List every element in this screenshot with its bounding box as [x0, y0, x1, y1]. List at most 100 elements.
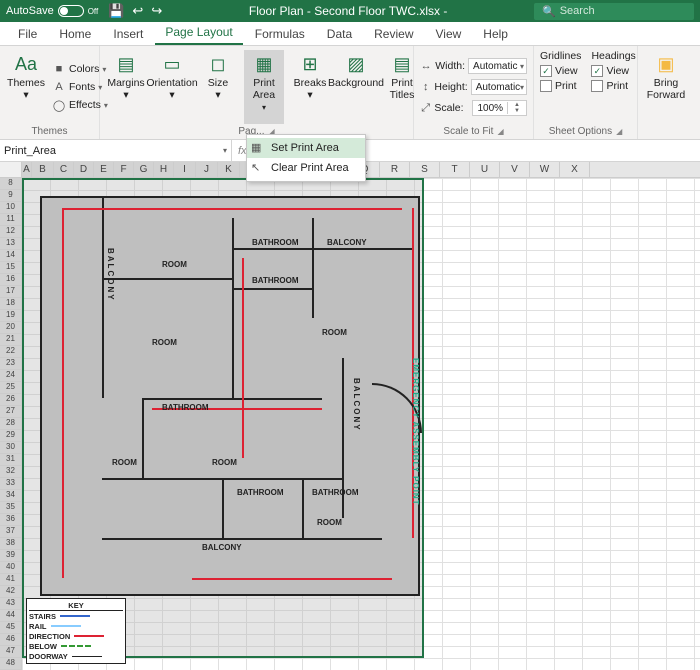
gridlines-print-check[interactable]: Print: [540, 80, 581, 92]
redo-icon[interactable]: ↪: [151, 3, 162, 19]
col-header-F[interactable]: F: [114, 162, 134, 177]
col-header-J[interactable]: J: [196, 162, 218, 177]
row-header-46[interactable]: 46: [0, 634, 21, 646]
orientation-button[interactable]: ▭Orientation▾: [152, 50, 192, 124]
row-header-44[interactable]: 44: [0, 610, 21, 622]
tab-home[interactable]: Home: [49, 23, 101, 45]
row-header-45[interactable]: 45: [0, 622, 21, 634]
row-header-19[interactable]: 19: [0, 310, 21, 322]
breaks-button[interactable]: ⊞Breaks▾: [290, 50, 330, 124]
row-header-11[interactable]: 11: [0, 214, 21, 226]
bring-forward-button[interactable]: ▣Bring Forward: [644, 50, 688, 135]
margins-button[interactable]: ▤Margins▾: [106, 50, 146, 124]
col-header-E[interactable]: E: [94, 162, 114, 177]
col-header-S[interactable]: S: [410, 162, 440, 177]
row-header-37[interactable]: 37: [0, 526, 21, 538]
clear-print-area-item[interactable]: ↖Clear Print Area: [247, 158, 365, 178]
headings-print-check[interactable]: Print: [591, 80, 635, 92]
row-header-22[interactable]: 22: [0, 346, 21, 358]
row-header-41[interactable]: 41: [0, 574, 21, 586]
row-header-10[interactable]: 10: [0, 202, 21, 214]
set-print-area-item[interactable]: ▦Set Print Area: [247, 138, 365, 158]
height-icon: ↕: [420, 80, 431, 94]
col-header-T[interactable]: T: [440, 162, 470, 177]
row-header-8[interactable]: 8: [0, 178, 21, 190]
row-header-28[interactable]: 28: [0, 418, 21, 430]
tab-formulas[interactable]: Formulas: [245, 23, 315, 45]
row-header-13[interactable]: 13: [0, 238, 21, 250]
gridlines-view-check[interactable]: ✓View: [540, 65, 581, 77]
row-header-33[interactable]: 33: [0, 478, 21, 490]
name-box[interactable]: Print_Area▾: [0, 140, 232, 161]
row-header-34[interactable]: 34: [0, 490, 21, 502]
size-button[interactable]: ◻Size▾: [198, 50, 238, 124]
row-header-43[interactable]: 43: [0, 598, 21, 610]
background-button[interactable]: ▨Background: [336, 50, 376, 124]
worksheet[interactable]: ABCDEFGHIJKLMNOPQRSTUVWX 891011121314151…: [0, 162, 700, 670]
col-header-R[interactable]: R: [380, 162, 410, 177]
tab-review[interactable]: Review: [364, 23, 423, 45]
autosave-toggle[interactable]: AutoSave Off: [6, 5, 98, 17]
tab-data[interactable]: Data: [317, 23, 362, 45]
headings-view-check[interactable]: ✓View: [591, 65, 635, 77]
size-icon: ◻: [206, 52, 230, 76]
row-header-40[interactable]: 40: [0, 562, 21, 574]
scale-spinner[interactable]: 100%▲▼: [472, 100, 527, 116]
row-header-24[interactable]: 24: [0, 370, 21, 382]
col-header-K[interactable]: K: [218, 162, 240, 177]
select-all-button[interactable]: [0, 162, 22, 177]
col-header-I[interactable]: I: [174, 162, 196, 177]
row-header-48[interactable]: 48: [0, 658, 21, 670]
themes-button[interactable]: Aa Themes▾: [6, 50, 46, 124]
row-header-31[interactable]: 31: [0, 454, 21, 466]
row-header-36[interactable]: 36: [0, 514, 21, 526]
col-header-U[interactable]: U: [470, 162, 500, 177]
row-header-17[interactable]: 17: [0, 286, 21, 298]
col-header-B[interactable]: B: [32, 162, 54, 177]
row-header-16[interactable]: 16: [0, 274, 21, 286]
search-input[interactable]: [560, 5, 686, 17]
save-icon[interactable]: 💾: [108, 3, 124, 19]
col-header-V[interactable]: V: [500, 162, 530, 177]
grid-canvas[interactable]: ROOM ROOM ROOM ROOM ROOM ROOM BATHROOM B…: [22, 178, 700, 670]
col-header-X[interactable]: X: [560, 162, 590, 177]
undo-icon[interactable]: ↩: [132, 3, 143, 19]
row-header-27[interactable]: 27: [0, 406, 21, 418]
tab-help[interactable]: Help: [473, 23, 518, 45]
row-header-35[interactable]: 35: [0, 502, 21, 514]
col-header-A[interactable]: A: [22, 162, 32, 177]
col-header-H[interactable]: H: [154, 162, 174, 177]
row-header-32[interactable]: 32: [0, 466, 21, 478]
search-icon: 🔍: [542, 5, 556, 18]
print-area-button[interactable]: ▦Print Area▾: [244, 50, 284, 124]
height-combo[interactable]: Automatic: [471, 79, 527, 95]
row-header-29[interactable]: 29: [0, 430, 21, 442]
row-header-47[interactable]: 47: [0, 646, 21, 658]
row-header-20[interactable]: 20: [0, 322, 21, 334]
tab-view[interactable]: View: [426, 23, 472, 45]
row-header-15[interactable]: 15: [0, 262, 21, 274]
row-header-39[interactable]: 39: [0, 550, 21, 562]
row-header-30[interactable]: 30: [0, 442, 21, 454]
row-header-9[interactable]: 9: [0, 190, 21, 202]
launcher-icon[interactable]: ◢: [616, 127, 622, 136]
row-header-12[interactable]: 12: [0, 226, 21, 238]
row-header-14[interactable]: 14: [0, 250, 21, 262]
row-header-26[interactable]: 26: [0, 394, 21, 406]
row-header-42[interactable]: 42: [0, 586, 21, 598]
launcher-icon[interactable]: ◢: [497, 127, 503, 136]
width-combo[interactable]: Automatic: [468, 58, 527, 74]
tab-page-layout[interactable]: Page Layout: [155, 21, 242, 45]
tab-insert[interactable]: Insert: [103, 23, 153, 45]
col-header-D[interactable]: D: [74, 162, 94, 177]
row-header-18[interactable]: 18: [0, 298, 21, 310]
col-header-C[interactable]: C: [54, 162, 74, 177]
tab-file[interactable]: File: [8, 23, 47, 45]
row-header-21[interactable]: 21: [0, 334, 21, 346]
search-box[interactable]: 🔍: [534, 3, 694, 20]
row-header-25[interactable]: 25: [0, 382, 21, 394]
col-header-G[interactable]: G: [134, 162, 154, 177]
row-header-38[interactable]: 38: [0, 538, 21, 550]
row-header-23[interactable]: 23: [0, 358, 21, 370]
col-header-W[interactable]: W: [530, 162, 560, 177]
